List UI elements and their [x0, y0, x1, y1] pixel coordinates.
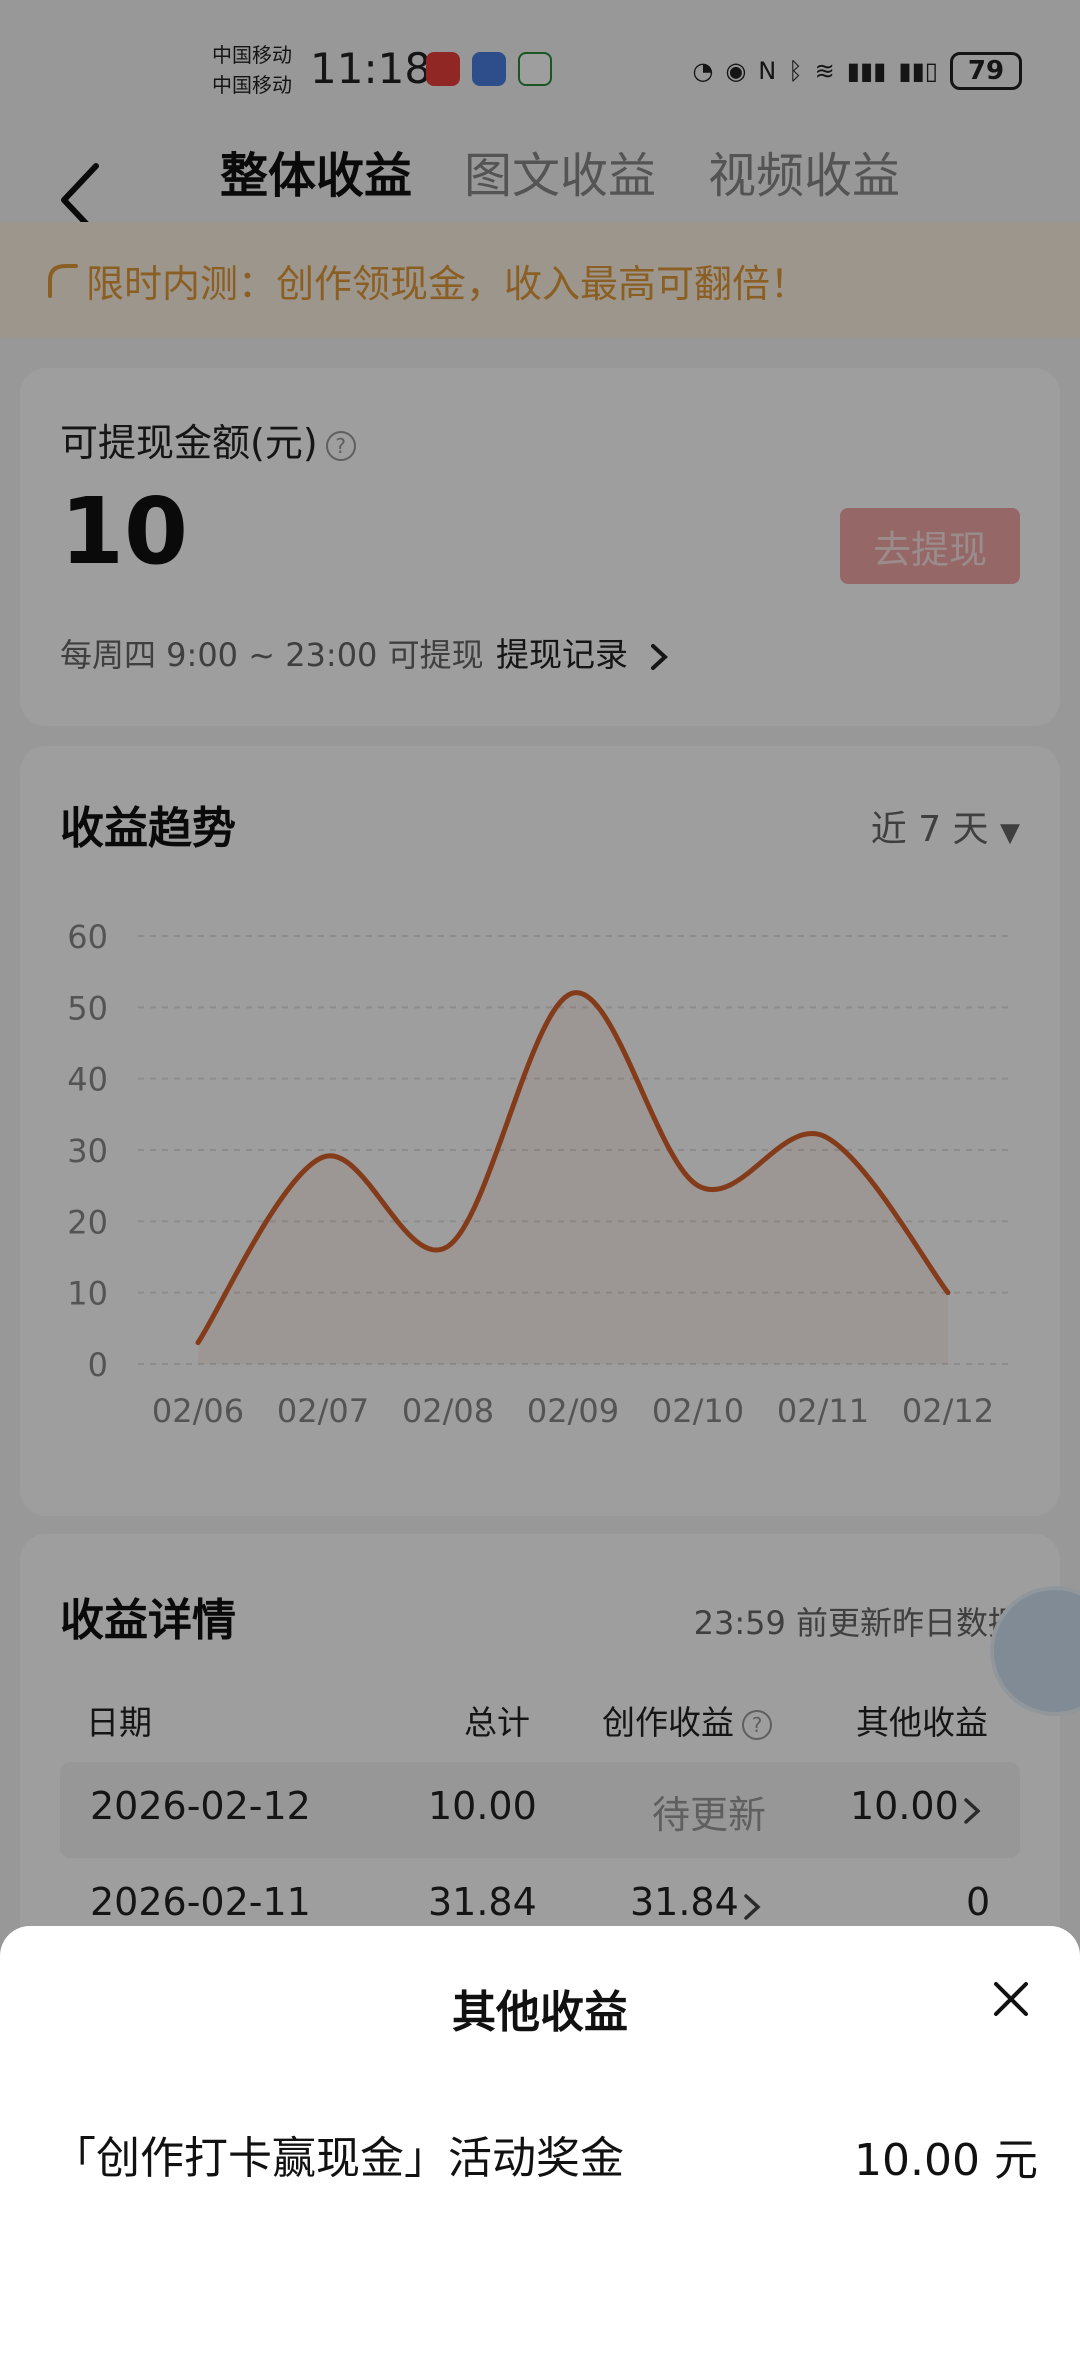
bonus-item-label: 「创作打卡赢现金」活动奖金 [52, 2133, 624, 2184]
earnings-page: 中国移动 中国移动 11:18 ◔ ◉ N ᛒ ≋ ▮▮▮ ▮▮▯ 79 整体收… [0, 0, 1080, 2376]
sheet-title: 其他收益 [452, 1987, 628, 2038]
close-icon[interactable] [986, 1974, 1036, 2024]
bonus-item-value: 10.00 元 [854, 2135, 1038, 2186]
other-earnings-sheet: 其他收益 「创作打卡赢现金」活动奖金 10.00 元 [0, 1926, 1080, 2376]
